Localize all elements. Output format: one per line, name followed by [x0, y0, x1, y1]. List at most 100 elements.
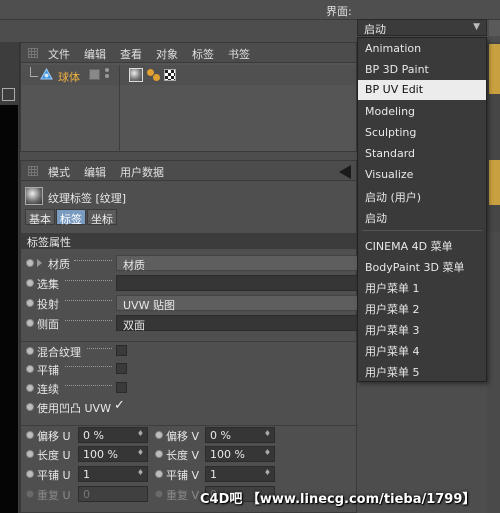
mix-checkbox[interactable] [116, 345, 127, 356]
projection-select[interactable]: UVW 贴图 [116, 295, 358, 312]
dropdown-item[interactable]: 用户菜单 2 [358, 298, 486, 318]
stepper-icon[interactable]: ♦ [264, 448, 271, 457]
tile-checkbox[interactable] [116, 363, 127, 374]
expand-triangle-icon[interactable] [37, 259, 42, 267]
material-field[interactable]: 材质 [116, 255, 358, 272]
leader-dots [74, 260, 112, 261]
tiles-v-input[interactable]: 1 ♦ [205, 466, 275, 482]
tiles-v-label: 平铺 V [166, 469, 200, 482]
bump-uvw-checkbox[interactable]: ✓ [114, 398, 125, 413]
dropdown-item[interactable]: Visualize [358, 165, 486, 185]
side-tab-objects[interactable] [489, 44, 500, 94]
layout-select[interactable]: 启动 ▼ [357, 19, 487, 36]
length-u-input[interactable]: 100 % ♦ [78, 446, 148, 462]
keyframe-dot-icon[interactable] [155, 450, 163, 458]
length-v-input[interactable]: 100 % ♦ [205, 446, 275, 462]
keyframe-dot-icon[interactable] [26, 384, 34, 392]
side-tab-attributes[interactable] [489, 160, 500, 205]
keyframe-dot-icon[interactable] [155, 431, 163, 439]
menu-mode[interactable]: 模式 [48, 164, 70, 180]
menu-edit[interactable]: 编辑 [84, 46, 106, 62]
keyframe-dot-icon[interactable] [26, 403, 34, 411]
keyframe-dot-icon[interactable] [26, 365, 34, 373]
dropdown-item[interactable]: BP 3D Paint [358, 60, 486, 80]
keyframe-dot-icon[interactable] [26, 259, 34, 267]
uvw-tag-icon[interactable] [164, 69, 176, 81]
menu-bookmarks[interactable]: 书签 [228, 46, 250, 62]
tree-line [30, 67, 38, 77]
stepper-icon[interactable]: ♦ [137, 448, 144, 457]
top-bar [0, 0, 500, 20]
stepper-icon[interactable]: ♦ [137, 429, 144, 438]
offset-v-value: 0 % [210, 429, 231, 442]
keyframe-dot-icon[interactable] [26, 279, 34, 287]
keyframe-dot-icon[interactable] [26, 319, 34, 327]
dropdown-item[interactable]: 用户菜单 5 [358, 361, 486, 381]
offset-v-label: 偏移 V [166, 430, 200, 443]
stepper-icon[interactable]: ♦ [264, 468, 271, 477]
menu-edit[interactable]: 编辑 [84, 164, 106, 180]
keyframe-dot-icon[interactable] [26, 347, 34, 355]
side-row: 侧面 双面 [21, 314, 358, 332]
object-name[interactable]: 球体 [58, 69, 80, 85]
leader-dots [65, 280, 112, 281]
keyframe-dot-icon[interactable] [26, 299, 34, 307]
dropdown-item[interactable]: Standard [358, 144, 486, 164]
keyframe-dot-icon[interactable] [155, 470, 163, 478]
tiles-u-input[interactable]: 1 ♦ [78, 466, 148, 482]
dropdown-item[interactable]: CINEMA 4D 菜单 [358, 235, 486, 255]
dropdown-item[interactable]: 用户菜单 4 [358, 340, 486, 360]
dropdown-item[interactable]: Modeling [358, 102, 486, 122]
layer-icon[interactable] [89, 69, 100, 80]
selection-label: 选集 [37, 278, 59, 291]
keyframe-dot-icon[interactable] [26, 450, 34, 458]
selection-field[interactable] [116, 275, 358, 291]
menu-view[interactable]: 查看 [120, 46, 142, 62]
keyframe-dot-icon[interactable] [26, 470, 34, 478]
mix-row: 混合纹理 [21, 341, 358, 359]
visibility-dots-icon[interactable] [105, 68, 109, 82]
menu-user-data[interactable]: 用户数据 [120, 164, 164, 180]
side-select[interactable]: 双面 [116, 315, 358, 332]
tab-basic[interactable]: 基本 [25, 209, 55, 226]
dropdown-item[interactable]: Sculpting [358, 123, 486, 143]
tiles-u-label: 平铺 U [37, 469, 71, 482]
repeat-u-label: 重复 U [37, 489, 71, 502]
menu-objects[interactable]: 对象 [156, 46, 178, 62]
back-arrow-icon[interactable] [339, 165, 351, 179]
grip-icon[interactable] [28, 48, 38, 58]
seamless-row: 连续 [21, 379, 358, 397]
menu-file[interactable]: 文件 [48, 46, 70, 62]
phong-tag-icon[interactable] [147, 69, 161, 81]
dropdown-item[interactable]: 启动 [358, 207, 486, 227]
material-row: 材质 材质 [21, 254, 358, 272]
material-icon [25, 187, 43, 205]
dropdown-item[interactable]: BodyPaint 3D 菜单 [358, 256, 486, 276]
panel-toggle-icon[interactable] [2, 88, 15, 101]
tiles-row: 平铺 U 1 ♦ 平铺 V 1 ♦ [21, 465, 358, 483]
bump-uvw-label: 使用凹凸 UVW [37, 402, 111, 415]
tab-tag[interactable]: 标签 [56, 209, 86, 226]
offset-u-input[interactable]: 0 % ♦ [78, 427, 148, 443]
length-v-value: 100 % [210, 448, 245, 461]
dropdown-item[interactable]: Animation [358, 39, 486, 59]
tab-coordinates[interactable]: 坐标 [87, 209, 117, 226]
column-divider[interactable] [119, 65, 120, 152]
offset-u-label: 偏移 U [37, 430, 71, 443]
menu-tags[interactable]: 标签 [192, 46, 214, 62]
keyframe-dot-icon[interactable] [26, 431, 34, 439]
stepper-icon[interactable]: ♦ [137, 468, 144, 477]
dropdown-item[interactable]: 用户菜单 3 [358, 319, 486, 339]
dropdown-item-selected[interactable]: BP UV Edit [358, 80, 486, 100]
sphere-icon [40, 68, 53, 80]
dropdown-item[interactable]: 用户菜单 1 [358, 277, 486, 297]
seamless-checkbox[interactable] [116, 382, 127, 393]
offset-v-input[interactable]: 0 % ♦ [205, 427, 275, 443]
search-icon[interactable] [489, 20, 500, 36]
bump-uvw-row: 使用凹凸 UVW ✓ [21, 398, 358, 416]
repeat-v-label: 重复 V [166, 489, 200, 502]
dropdown-item[interactable]: 启动 (用户) [358, 186, 486, 206]
texture-tag-icon[interactable] [129, 68, 143, 82]
stepper-icon[interactable]: ♦ [264, 429, 271, 438]
grip-icon[interactable] [28, 166, 38, 176]
